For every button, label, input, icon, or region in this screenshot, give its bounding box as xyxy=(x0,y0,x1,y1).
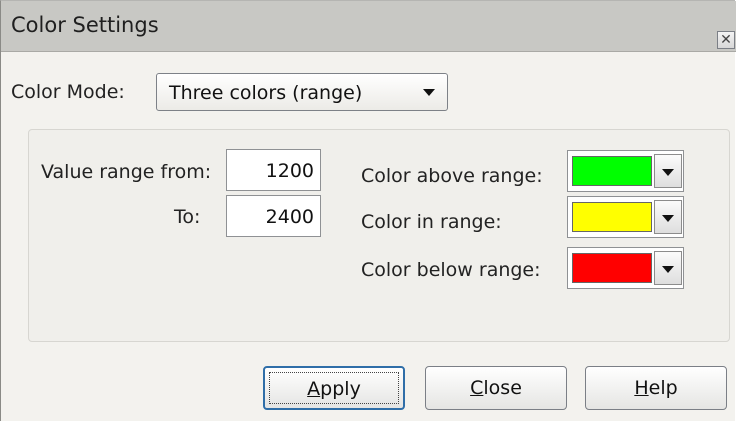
color-below-range-swatch xyxy=(572,253,652,283)
color-mode-label: Color Mode: xyxy=(11,81,125,103)
color-below-range-dropdown-button[interactable] xyxy=(654,251,682,285)
color-in-range-label: Color in range: xyxy=(361,211,502,233)
close-mnemonic: C xyxy=(470,377,484,399)
chevron-down-icon xyxy=(662,266,674,273)
color-below-range-picker[interactable] xyxy=(567,247,684,289)
value-range-from-input[interactable]: 1200 xyxy=(226,149,321,191)
title-bar: Color Settings ✕ xyxy=(1,1,736,52)
color-mode-value: Three colors (range) xyxy=(169,82,363,104)
help-mnemonic: H xyxy=(634,377,649,399)
color-above-range-label: Color above range: xyxy=(361,165,543,187)
color-above-range-dropdown-button[interactable] xyxy=(654,154,682,188)
close-label-rest: lose xyxy=(483,377,522,399)
value-range-to-label: To: xyxy=(174,206,201,228)
chevron-down-icon xyxy=(423,89,435,96)
focus-rectangle xyxy=(269,372,399,404)
color-below-range-label: Color below range: xyxy=(361,259,541,281)
value-range-from-label: Value range from: xyxy=(41,161,212,183)
color-in-range-dropdown-button[interactable] xyxy=(654,200,682,234)
color-in-range-picker[interactable] xyxy=(567,196,684,238)
chevron-down-icon xyxy=(662,169,674,176)
color-in-range-swatch xyxy=(572,202,652,232)
color-above-range-swatch xyxy=(572,156,652,186)
close-button[interactable]: Close xyxy=(425,366,567,410)
help-label-rest: elp xyxy=(648,377,678,399)
dialog-title: Color Settings xyxy=(11,13,159,37)
chevron-down-icon xyxy=(662,215,674,222)
help-button[interactable]: Help xyxy=(585,366,727,410)
color-settings-dialog: Color Settings ✕ Color Mode: Three color… xyxy=(0,0,736,421)
value-range-to-input[interactable]: 2400 xyxy=(226,195,321,237)
color-above-range-picker[interactable] xyxy=(567,150,684,192)
close-icon[interactable]: ✕ xyxy=(717,31,735,49)
apply-button[interactable]: Apply xyxy=(263,366,405,410)
color-mode-select[interactable]: Three colors (range) xyxy=(156,73,448,111)
